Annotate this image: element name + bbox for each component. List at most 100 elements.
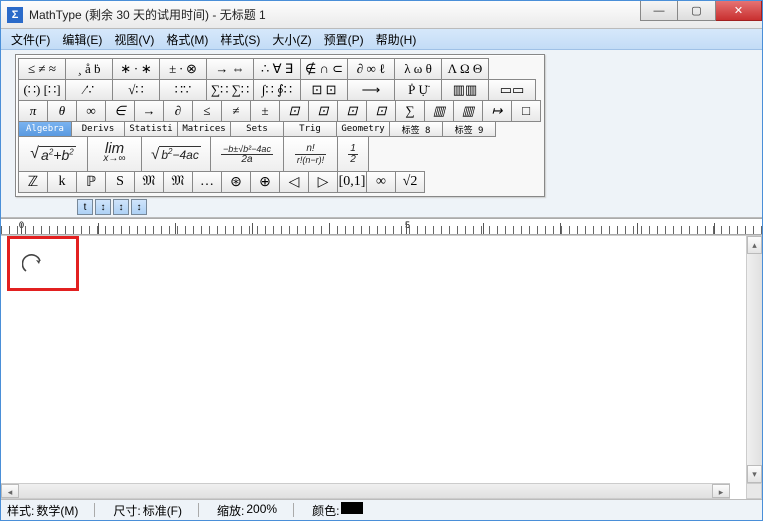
small-template-btn-3[interactable]: S [105,171,135,193]
horizontal-scrollbar[interactable] [1,483,730,499]
symbol-palette-btn-2[interactable]: ∗ ∙ ∗ [112,58,160,80]
symbol-palette-btn-0[interactable]: ≤ ≠ ≈ [18,58,66,80]
small-symbol-btn-10[interactable]: ⊡ [308,100,338,122]
menu-style[interactable]: 样式(S) [214,29,266,50]
small-template-btn-1[interactable]: k [47,171,77,193]
status-color[interactable]: 颜色: [312,502,363,519]
small-symbol-btn-17[interactable]: □ [511,100,541,122]
ruler[interactable]: 0 5 [1,218,762,235]
menu-preset[interactable]: 预置(P) [318,29,370,50]
small-template-btn-6[interactable]: … [192,171,222,193]
palette-row-symbols-1: ≤ ≠ ≈¸ å ḃ∗ ∙ ∗± ∙ ⊗→ ⇔∴ ∀ ∃∉ ∩ ⊂∂ ∞ ℓλ … [19,58,541,79]
menu-help[interactable]: 帮助(H) [370,29,423,50]
template-palette-btn-5[interactable]: ∫∷ ∮∷ [253,79,301,101]
template-limit[interactable]: limx→∞ [87,136,142,172]
small-template-btn-7[interactable]: ⊛ [221,171,251,193]
palette-tab-matrices[interactable]: Matrices [177,121,231,137]
template-sqrt-b2-4ac[interactable]: √b2−4ac [141,136,211,172]
small-template-btn-4[interactable]: 𝔐 [134,171,164,193]
template-combination[interactable]: n!r!(n−r)! [283,136,338,172]
palette-tab-trig[interactable]: Trig [283,121,337,137]
small-template-btn-11[interactable]: [0,1] [337,171,367,193]
small-symbol-btn-14[interactable]: ▥ [424,100,454,122]
template-palette-btn-9[interactable]: ▥▥ [441,79,489,101]
symbol-palette-btn-7[interactable]: ∂ ∞ ℓ [347,58,395,80]
symbol-palette-btn-1[interactable]: ¸ å ḃ [65,58,113,80]
template-palette-btn-2[interactable]: √∷ [112,79,160,101]
status-size[interactable]: 尺寸: 标准(F) [113,502,182,519]
maximize-button[interactable]: ▢ [678,1,716,21]
status-zoom[interactable]: 缩放: 200% [217,502,277,519]
template-palette-btn-1[interactable]: ⁄∵ [65,79,113,101]
small-symbol-btn-16[interactable]: ↦ [482,100,512,122]
toolbar-area: ≤ ≠ ≈¸ å ḃ∗ ∙ ∗± ∙ ⊗→ ⇔∴ ∀ ∃∉ ∩ ⊂∂ ∞ ℓλ … [1,50,762,218]
template-sqrt-a2-b2[interactable]: √a2+b2 [18,136,88,172]
template-palette-btn-8[interactable]: Ṗ Ụ̈ [394,79,442,101]
symbol-palette-btn-8[interactable]: λ ω θ [394,58,442,80]
small-symbol-btn-13[interactable]: ∑ [395,100,425,122]
color-swatch [341,502,363,514]
template-palette-btn-10[interactable]: ▭▭ [488,79,536,101]
ruler-ticks [1,226,762,234]
small-symbol-btn-8[interactable]: ± [250,100,280,122]
template-palette-btn-6[interactable]: ⊡ ⊡ [300,79,348,101]
small-template-btn-13[interactable]: √2 [395,171,425,193]
statusbar: 样式: 数学(M) 尺寸: 标准(F) 缩放: 200% 颜色: [1,499,762,520]
palette-tab-statisti[interactable]: Statisti [124,121,178,137]
small-toolbar: t↕↕↕ [15,199,758,215]
small-symbol-btn-15[interactable]: ▥ [453,100,483,122]
small-symbol-btn-9[interactable]: ⊡ [279,100,309,122]
symbol-palette-btn-9[interactable]: Λ Ω Θ [441,58,489,80]
vertical-scrollbar[interactable] [746,236,762,483]
small-symbol-btn-4[interactable]: → [134,100,164,122]
palette-tab-geometry[interactable]: Geometry [336,121,390,137]
small-symbol-btn-6[interactable]: ≤ [192,100,222,122]
close-button[interactable]: ✕ [716,1,762,21]
template-palette-btn-3[interactable]: ∷∵ [159,79,207,101]
palette-tab-derivs[interactable]: Derivs [71,121,125,137]
small-symbol-btn-2[interactable]: ∞ [76,100,106,122]
template-palette-btn-7[interactable]: ⟶ [347,79,395,101]
template-palette-btn-4[interactable]: ∑∷ ∑∷ [206,79,254,101]
template-one-half[interactable]: 12 [337,136,369,172]
symbol-palette-btn-5[interactable]: ∴ ∀ ∃ [253,58,301,80]
menu-size[interactable]: 大小(Z) [266,29,317,50]
small-template-btn-12[interactable]: ∞ [366,171,396,193]
spacing-btn-2[interactable]: ↕ [113,199,129,215]
spacing-btn-1[interactable]: ↕ [95,199,111,215]
small-symbol-btn-1[interactable]: θ [47,100,77,122]
small-symbol-btn-5[interactable]: ∂ [163,100,193,122]
menu-edit[interactable]: 编辑(E) [56,29,108,50]
symbol-palette-btn-3[interactable]: ± ∙ ⊗ [159,58,207,80]
menu-format[interactable]: 格式(M) [160,29,214,50]
small-symbol-btn-11[interactable]: ⊡ [337,100,367,122]
palette-tab-algebra[interactable]: Algebra [18,121,72,137]
minimize-button[interactable]: — [640,1,678,21]
template-quadratic[interactable]: −b±√b²−4ac2a [210,136,284,172]
highlight-box [7,236,79,291]
symbol-palette: ≤ ≠ ≈¸ å ḃ∗ ∙ ∗± ∙ ⊗→ ⇔∴ ∀ ∃∉ ∩ ⊂∂ ∞ ℓλ … [15,54,545,197]
small-template-btn-8[interactable]: ⊕ [250,171,280,193]
palette-tab-标签-9[interactable]: 标签 9 [442,121,496,137]
small-template-btn-10[interactable]: ▷ [308,171,338,193]
menu-file[interactable]: 文件(F) [5,29,56,50]
window-buttons: — ▢ ✕ [640,1,762,28]
palette-tab-sets[interactable]: Sets [230,121,284,137]
small-template-btn-9[interactable]: ◁ [279,171,309,193]
small-symbol-btn-12[interactable]: ⊡ [366,100,396,122]
symbol-palette-btn-6[interactable]: ∉ ∩ ⊂ [300,58,348,80]
small-symbol-btn-0[interactable]: π [18,100,48,122]
status-style[interactable]: 样式: 数学(M) [7,502,78,519]
palette-tab-标签-8[interactable]: 标签 8 [389,121,443,137]
small-template-btn-2[interactable]: ℙ [76,171,106,193]
small-symbol-btn-3[interactable]: ∈ [105,100,135,122]
small-template-btn-0[interactable]: ℤ [18,171,48,193]
spacing-btn-0[interactable]: t [77,199,93,215]
small-symbol-btn-7[interactable]: ≠ [221,100,251,122]
template-palette-btn-0[interactable]: (∷) [∷] [18,79,66,101]
spacing-btn-3[interactable]: ↕ [131,199,147,215]
editor-canvas[interactable] [1,235,762,483]
symbol-palette-btn-4[interactable]: → ⇔ [206,58,254,80]
menu-view[interactable]: 视图(V) [108,29,160,50]
small-template-btn-5[interactable]: 𝔐 [163,171,193,193]
